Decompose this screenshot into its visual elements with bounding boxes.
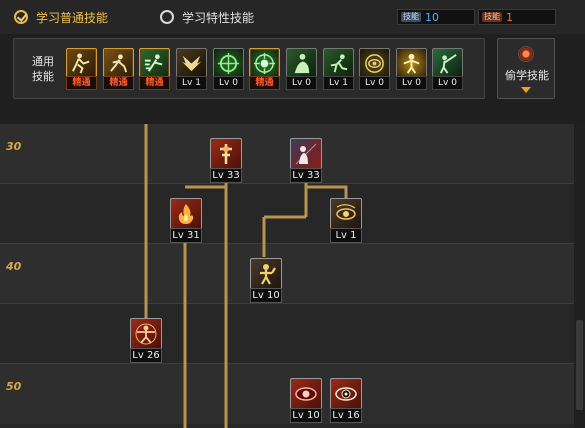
fire-icon (170, 198, 202, 230)
skill-level: 精通 (139, 76, 170, 90)
common-skill-7[interactable]: Lv 0 (286, 48, 317, 90)
target-icon (249, 48, 280, 79)
common-skill-8[interactable]: Lv 1 (323, 48, 354, 90)
skill-points-icon: 技能 (401, 12, 421, 22)
common-skill-4[interactable]: Lv 1 (176, 48, 207, 90)
skill-level: Lv 10 (290, 408, 322, 423)
common-skill-5[interactable]: Lv 0 (213, 48, 244, 90)
top-bar: 学习普通技能 学习特性技能 技能 10 技能 1 (0, 0, 585, 34)
runner-icon (66, 48, 97, 79)
skill-node-lv33-shadow[interactable]: Lv 33 (290, 138, 322, 183)
common-skills-label: 通用技能 (32, 55, 54, 83)
skill-level: Lv 0 (396, 76, 427, 90)
skill-points-red-value: 1 (506, 10, 513, 24)
skill-tree: 30 40 50 Lv 33 Lv 33 Lv 31 Lv 1 Lv 10 Lv… (0, 124, 574, 428)
red-eye-icon (290, 378, 322, 410)
wings-icon (176, 48, 207, 79)
common-skill-2[interactable]: 精通 (103, 48, 134, 90)
vitruvian-icon (130, 318, 162, 350)
sword-cross-icon (210, 138, 242, 170)
tree-scrollbar[interactable] (574, 124, 585, 428)
skill-points-icon: 技能 (482, 12, 502, 22)
common-skill-1[interactable]: 精通 (66, 48, 97, 90)
skill-connectors (144, 124, 348, 428)
skill-level: Lv 31 (170, 228, 202, 243)
skill-node-lv1-eye-swirl[interactable]: Lv 1 (330, 198, 362, 243)
tab-learn-normal-skills-label: 学习普通技能 (36, 10, 109, 25)
skill-node-lv31-fire[interactable]: Lv 31 (170, 198, 202, 243)
glow-figure-icon (396, 48, 427, 79)
skill-level: Lv 0 (432, 76, 463, 90)
common-skill-11[interactable]: Lv 0 (432, 48, 463, 90)
dash-icon (139, 48, 170, 79)
skill-level: 精通 (103, 76, 134, 90)
lunge-icon (103, 48, 134, 79)
skill-level: Lv 1 (330, 228, 362, 243)
common-skill-9[interactable]: Lv 0 (359, 48, 390, 90)
shadow-figure-icon (290, 138, 322, 170)
skill-points-blue-value: 10 (425, 10, 439, 24)
dropdown-arrow-icon (521, 87, 531, 93)
spear-thrust-icon (432, 48, 463, 79)
skill-level: Lv 0 (213, 76, 244, 90)
common-skills-panel: 通用技能 精通 精通 精通 Lv 1 Lv 0 精通 Lv 0 Lv 1 Lv … (13, 38, 485, 99)
skill-node-lv16-watching-eye[interactable]: Lv 16 (330, 378, 362, 423)
skill-level: Lv 26 (130, 348, 162, 363)
skill-level: 精通 (66, 76, 97, 90)
crosshair-icon (213, 48, 244, 79)
kneel-icon (286, 48, 317, 79)
skill-node-lv10-red-eye[interactable]: Lv 10 (290, 378, 322, 423)
skill-level: Lv 0 (286, 76, 317, 90)
skill-level: Lv 0 (359, 76, 390, 90)
eye-ring-icon (359, 48, 390, 79)
skill-node-lv33-sword[interactable]: Lv 33 (210, 138, 242, 183)
common-skill-3[interactable]: 精通 (139, 48, 170, 90)
leap-icon (323, 48, 354, 79)
skill-node-lv10-warrior[interactable]: Lv 10 (250, 258, 282, 303)
skill-level: Lv 33 (210, 168, 242, 183)
tab-learn-special-skills[interactable]: 学习特性技能 (160, 8, 254, 26)
steal-skill-icon (518, 46, 534, 62)
eye-swirl-icon (330, 198, 362, 230)
skill-level: Lv 1 (323, 76, 354, 90)
skill-level: 精通 (249, 76, 280, 90)
skill-level: Lv 33 (290, 168, 322, 183)
checked-radio-icon (14, 10, 28, 24)
common-skill-6[interactable]: 精通 (249, 48, 280, 90)
skill-level: Lv 16 (330, 408, 362, 423)
watching-eye-icon (330, 378, 362, 410)
radio-icon (160, 10, 174, 24)
skill-node-lv26-vitruvian[interactable]: Lv 26 (130, 318, 162, 363)
tab-learn-normal-skills[interactable]: 学习普通技能 (14, 8, 108, 26)
scrollbar-thumb[interactable] (576, 320, 583, 410)
steal-skill-label: 偷学技能 (505, 69, 549, 82)
warrior-icon (250, 258, 282, 290)
tab-learn-special-skills-label: 学习特性技能 (182, 10, 255, 25)
common-skill-10[interactable]: Lv 0 (396, 48, 427, 90)
skill-level: Lv 10 (250, 288, 282, 303)
skill-points-red: 技能 1 (478, 9, 556, 25)
skill-level: Lv 1 (176, 76, 207, 90)
skill-points-blue: 技能 10 (397, 9, 475, 25)
steal-skill-button[interactable]: 偷学技能 (497, 38, 555, 99)
